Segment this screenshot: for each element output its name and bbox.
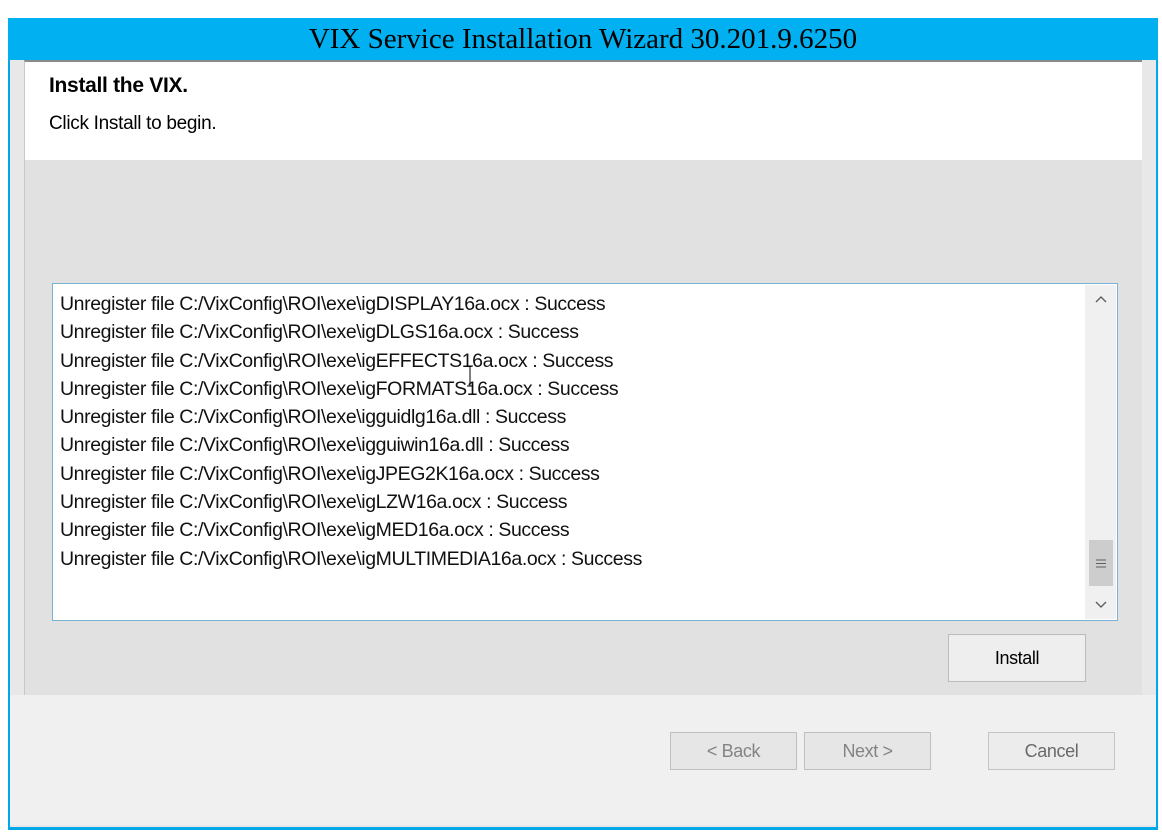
- log-line: Unregister file C:/VixConfig\ROI\exe\igg…: [60, 434, 570, 457]
- log-scrollbar[interactable]: [1085, 285, 1116, 619]
- page-title: Install the VIX.: [49, 74, 188, 97]
- window-title: VIX Service Installation Wizard 30.201.9…: [8, 18, 1158, 60]
- chevron-down-icon[interactable]: [1086, 591, 1116, 619]
- next-button[interactable]: Next >: [804, 732, 931, 770]
- chevron-up-icon[interactable]: [1086, 285, 1116, 313]
- cancel-button[interactable]: Cancel: [988, 732, 1115, 770]
- log-lines: Unregister file C:/VixConfig\ROI\exe\igD…: [60, 290, 1080, 573]
- wizard-header: Install the VIX. Click Install to begin.: [24, 60, 1142, 160]
- page-subtitle: Click Install to begin.: [49, 113, 217, 134]
- log-line: Unregister file C:/VixConfig\ROI\exe\igD…: [60, 321, 579, 344]
- grip-icon: [1096, 559, 1106, 568]
- scrollbar-thumb[interactable]: [1089, 540, 1113, 586]
- log-line: Unregister file C:/VixConfig\ROI\exe\igD…: [60, 293, 606, 315]
- log-line: Unregister file C:/VixConfig\ROI\exe\igg…: [60, 406, 566, 429]
- log-line: Unregister file C:/VixConfig\ROI\exe\igM…: [60, 547, 642, 570]
- log-line: Unregister file C:/VixConfig\ROI\exe\igJ…: [60, 462, 600, 485]
- text-cursor-icon: [466, 365, 474, 387]
- log-line: Unregister file C:/VixConfig\ROI\exe\igM…: [60, 519, 570, 542]
- log-line: Unregister file C:/VixConfig\ROI\exe\igE…: [60, 349, 614, 372]
- log-line: Unregister file C:/VixConfig\ROI\exe\igF…: [60, 377, 619, 400]
- install-button[interactable]: Install: [948, 634, 1086, 682]
- back-button[interactable]: < Back: [670, 732, 797, 770]
- log-line: Unregister file C:/VixConfig\ROI\exe\igL…: [60, 491, 568, 514]
- wizard-footer: [10, 695, 1156, 825]
- install-log-listbox[interactable]: Unregister file C:/VixConfig\ROI\exe\igD…: [52, 283, 1118, 621]
